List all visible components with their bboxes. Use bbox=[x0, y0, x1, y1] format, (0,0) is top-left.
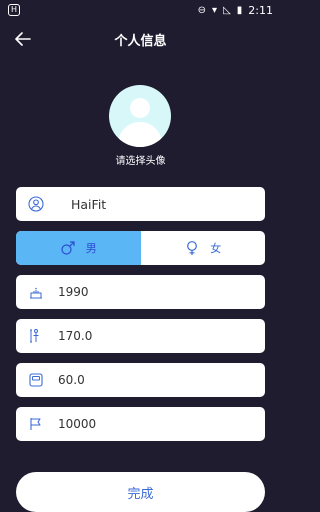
do-not-disturb-icon: ⊖ bbox=[197, 4, 207, 16]
height-field[interactable]: 170.0 bbox=[16, 319, 265, 353]
status-bar: H ⊖ ▾ ◺ ▮ 2:11 bbox=[0, 0, 281, 20]
avatar-picker[interactable] bbox=[109, 85, 171, 147]
no-signal-icon: ◺ bbox=[223, 4, 231, 16]
arrow-left-icon bbox=[15, 32, 31, 46]
done-button[interactable]: 完成 bbox=[16, 472, 265, 512]
wifi-icon: ▾ bbox=[212, 4, 218, 16]
done-button-label: 完成 bbox=[127, 486, 154, 502]
gender-option-female[interactable]: 女 bbox=[141, 231, 266, 265]
name-field[interactable]: HaiFit bbox=[16, 187, 265, 221]
birth-year-value: 1990 bbox=[58, 285, 89, 299]
avatar-placeholder-icon bbox=[130, 98, 150, 118]
cake-icon bbox=[26, 282, 46, 302]
gender-selector: 男 女 bbox=[16, 231, 265, 265]
weight-field[interactable]: 60.0 bbox=[16, 363, 265, 397]
scale-icon bbox=[26, 370, 46, 390]
male-icon bbox=[61, 241, 75, 255]
height-value: 170.0 bbox=[58, 329, 93, 343]
battery-charging-icon: ▮ bbox=[236, 4, 243, 16]
user-icon bbox=[26, 194, 46, 214]
goal-value: 10000 bbox=[58, 417, 97, 431]
avatar-caption: 请选择头像 bbox=[115, 156, 166, 167]
female-icon bbox=[187, 241, 198, 255]
header: 个人信息 bbox=[0, 24, 281, 54]
gender-option-male[interactable]: 男 bbox=[16, 231, 141, 265]
weight-value: 60.0 bbox=[58, 373, 85, 387]
name-value: HaiFit bbox=[71, 196, 107, 212]
goal-field[interactable]: 10000 bbox=[16, 407, 265, 441]
gender-male-label: 男 bbox=[85, 242, 97, 255]
app-logo-icon: H bbox=[8, 4, 20, 16]
page-title: 个人信息 bbox=[114, 33, 167, 49]
gender-female-label: 女 bbox=[210, 242, 222, 255]
back-button[interactable] bbox=[10, 27, 36, 51]
birth-year-field[interactable]: 1990 bbox=[16, 275, 265, 309]
height-icon bbox=[26, 326, 46, 346]
flag-icon bbox=[26, 414, 46, 434]
status-time: 2:11 bbox=[248, 3, 273, 17]
